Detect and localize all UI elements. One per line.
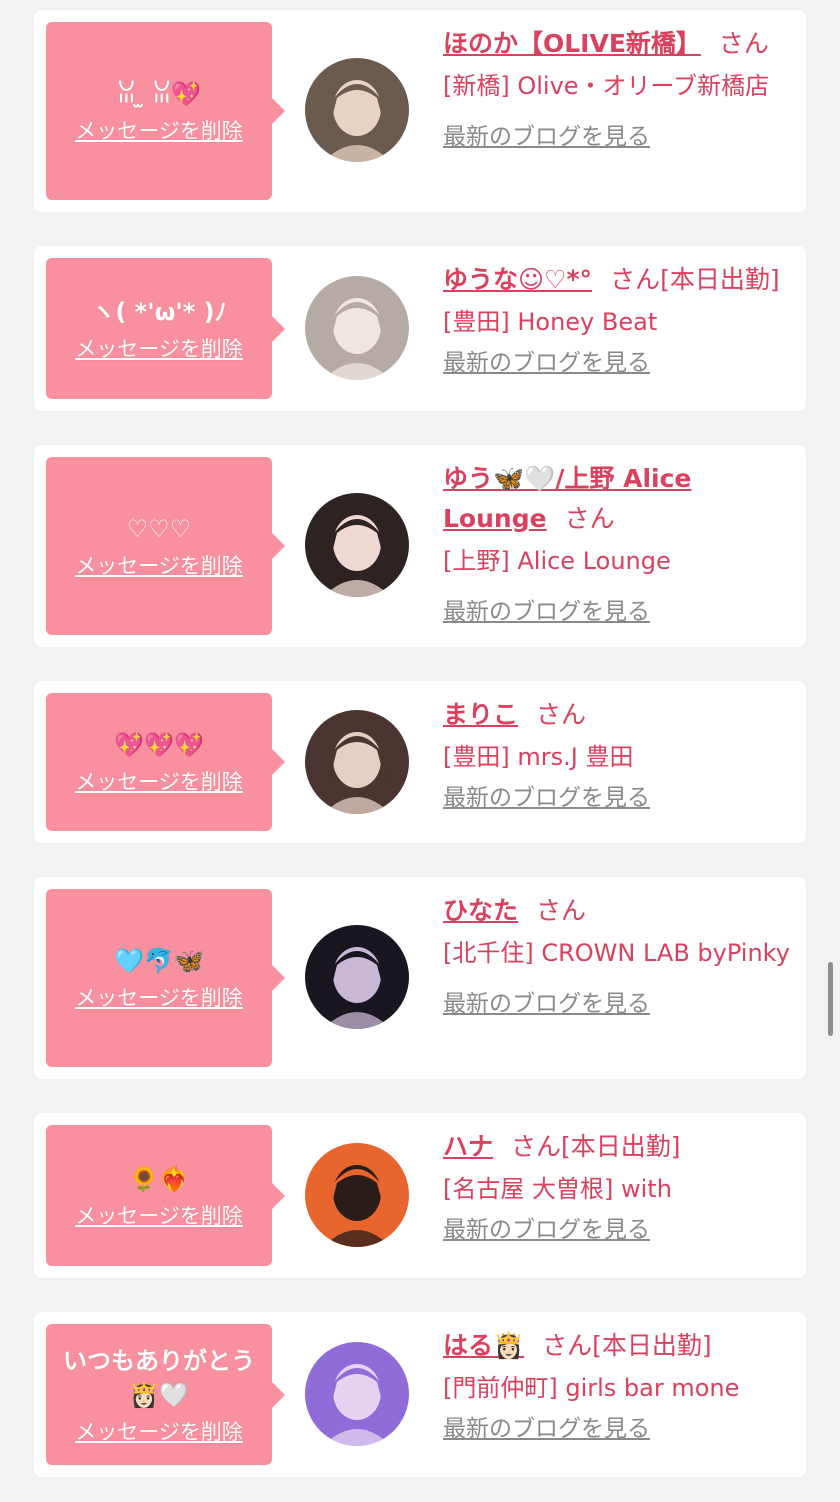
message-text: ヽ( *'ω'* )ﾉ [91, 297, 227, 326]
message-card: ヽ( *'ω'* )ﾉ メッセージを削除 ゆうな☺︎♡*° さん[本日出勤] [豊… [34, 246, 806, 411]
message-card: 🌻❤️‍🔥 メッセージを削除 ハナ さん[本日出勤] [名古屋 大曽根] with… [34, 1113, 806, 1278]
cast-name-line: ゆうな☺︎♡*° さん[本日出勤] [443, 260, 793, 300]
message-text: 💖💖💖 [114, 731, 204, 759]
shop-name: [豊田] Honey Beat [443, 308, 658, 336]
cast-info: ゆう🦋🤍/上野 Alice Lounge さん [上野] Alice Lounge… [443, 459, 793, 631]
cast-info: ひなた さん [北千住] CROWN LAB byPinky 最新のブログを見る [443, 891, 793, 1023]
honorific: さん [536, 896, 587, 925]
delete-message-link[interactable]: メッセージを削除 [75, 550, 243, 580]
cast-name-line: ゆう🦋🤍/上野 Alice Lounge さん [443, 459, 793, 539]
message-card: 🩵🐬🦋 メッセージを削除 ひなた さん [北千住] CROWN LAB byPin… [34, 877, 806, 1079]
message-bubble: 🌻❤️‍🔥 メッセージを削除 [46, 1125, 285, 1266]
avatar[interactable] [305, 276, 409, 380]
latest-blog-link[interactable]: 最新のブログを見る [443, 593, 650, 631]
message-text: 🩵🐬🦋 [114, 947, 204, 975]
message-bubble: いつもありがとう👸🏻🤍 メッセージを削除 [46, 1324, 285, 1465]
cast-name-link[interactable]: ハナ [443, 1132, 493, 1161]
message-bubble: 🩵🐬🦋 メッセージを削除 [46, 889, 285, 1067]
cast-name-line: ほのか【OLIVE新橋】 さん [443, 24, 793, 64]
message-bubble: 💖💖💖 メッセージを削除 [46, 693, 285, 831]
message-card: ♡♡♡ メッセージを削除 ゆう🦋🤍/上野 Alice Lounge さん [上野]… [34, 445, 806, 647]
shop-name: [北千住] CROWN LAB byPinky [443, 939, 790, 967]
message-bubble: ヽ( *'ω'* )ﾉ メッセージを削除 [46, 258, 285, 399]
cast-name-link[interactable]: はる👸🏻 [443, 1331, 524, 1360]
cast-name-line: ハナ さん[本日出勤] [443, 1127, 793, 1167]
message-text: 🌻❤️‍🔥 [129, 1164, 189, 1193]
delete-message-link[interactable]: メッセージを削除 [75, 115, 243, 145]
attendance-status: [本日出勤] [660, 265, 780, 294]
honorific: さん [564, 504, 615, 533]
cast-name-line: はる👸🏻 さん[本日出勤] [443, 1326, 793, 1366]
delete-message-link[interactable]: メッセージを削除 [75, 1200, 243, 1230]
cast-info: はる👸🏻 さん[本日出勤] [門前仲町] girls bar mone 最新のブロ… [443, 1326, 793, 1448]
delete-message-link[interactable]: メッセージを削除 [75, 333, 243, 363]
latest-blog-link[interactable]: 最新のブログを見る [443, 985, 650, 1023]
shop-name: [名古屋 大曽根] with [443, 1175, 672, 1203]
avatar[interactable] [305, 1342, 409, 1446]
latest-blog-link[interactable]: 最新のブログを見る [443, 1410, 650, 1448]
message-card: いつもありがとう👸🏻🤍 メッセージを削除 はる👸🏻 さん[本日出勤] [門前仲町]… [34, 1312, 806, 1477]
message-card: ꈍ ̫ ꈍ💖 メッセージを削除 ほのか【OLIVE新橋】 さん [新橋] Oliv… [34, 10, 806, 212]
honorific: さん [718, 29, 769, 58]
avatar[interactable] [305, 925, 409, 1029]
scrollbar-thumb[interactable] [828, 962, 833, 1036]
avatar[interactable] [305, 710, 409, 814]
honorific: さん [610, 265, 661, 294]
attendance-status: [本日出勤] [592, 1331, 712, 1360]
latest-blog-link[interactable]: 最新のブログを見る [443, 1211, 650, 1249]
cast-info: ハナ さん[本日出勤] [名古屋 大曽根] with 最新のブログを見る [443, 1127, 793, 1249]
delete-message-link[interactable]: メッセージを削除 [75, 1416, 243, 1446]
message-text: ꈍ ̫ ꈍ💖 [116, 80, 202, 108]
avatar[interactable] [305, 1143, 409, 1247]
avatar[interactable] [305, 493, 409, 597]
cast-info: ゆうな☺︎♡*° さん[本日出勤] [豊田] Honey Beat 最新のブログを… [443, 260, 793, 382]
shop-name: [門前仲町] girls bar mone [443, 1374, 740, 1402]
message-card: 💖💖💖 メッセージを削除 まりこ さん [豊田] mrs.J 豊田 最新のブログを… [34, 681, 806, 843]
message-bubble: ꈍ ̫ ꈍ💖 メッセージを削除 [46, 22, 285, 200]
shop-name: [新橋] Olive・オリーブ新橋店 [443, 72, 770, 100]
delete-message-link[interactable]: メッセージを削除 [75, 982, 243, 1012]
message-list: ꈍ ̫ ꈍ💖 メッセージを削除 ほのか【OLIVE新橋】 さん [新橋] Oliv… [0, 0, 840, 1502]
latest-blog-link[interactable]: 最新のブログを見る [443, 779, 650, 817]
latest-blog-link[interactable]: 最新のブログを見る [443, 118, 650, 156]
honorific: さん [536, 700, 587, 729]
cast-name-line: ひなた さん [443, 891, 793, 931]
honorific: さん [542, 1331, 593, 1360]
cast-name-link[interactable]: ゆうな☺︎♡*° [443, 265, 592, 294]
latest-blog-link[interactable]: 最新のブログを見る [443, 344, 650, 382]
avatar[interactable] [305, 58, 409, 162]
cast-info: まりこ さん [豊田] mrs.J 豊田 最新のブログを見る [443, 695, 793, 817]
delete-message-link[interactable]: メッセージを削除 [75, 766, 243, 796]
cast-name-link[interactable]: ひなた [443, 896, 518, 925]
message-bubble: ♡♡♡ メッセージを削除 [46, 457, 285, 635]
cast-info: ほのか【OLIVE新橋】 さん [新橋] Olive・オリーブ新橋店 最新のブログ… [443, 24, 793, 156]
shop-name: [豊田] mrs.J 豊田 [443, 743, 634, 771]
attendance-status: [本日出勤] [561, 1132, 681, 1161]
cast-name-link[interactable]: ほのか【OLIVE新橋】 [443, 29, 701, 58]
message-text: ♡♡♡ [126, 515, 192, 543]
honorific: さん [511, 1132, 562, 1161]
message-text: いつもありがとう👸🏻🤍 [63, 1346, 255, 1409]
shop-name: [上野] Alice Lounge [443, 547, 671, 575]
cast-name-line: まりこ さん [443, 695, 793, 735]
cast-name-link[interactable]: まりこ [443, 700, 518, 729]
